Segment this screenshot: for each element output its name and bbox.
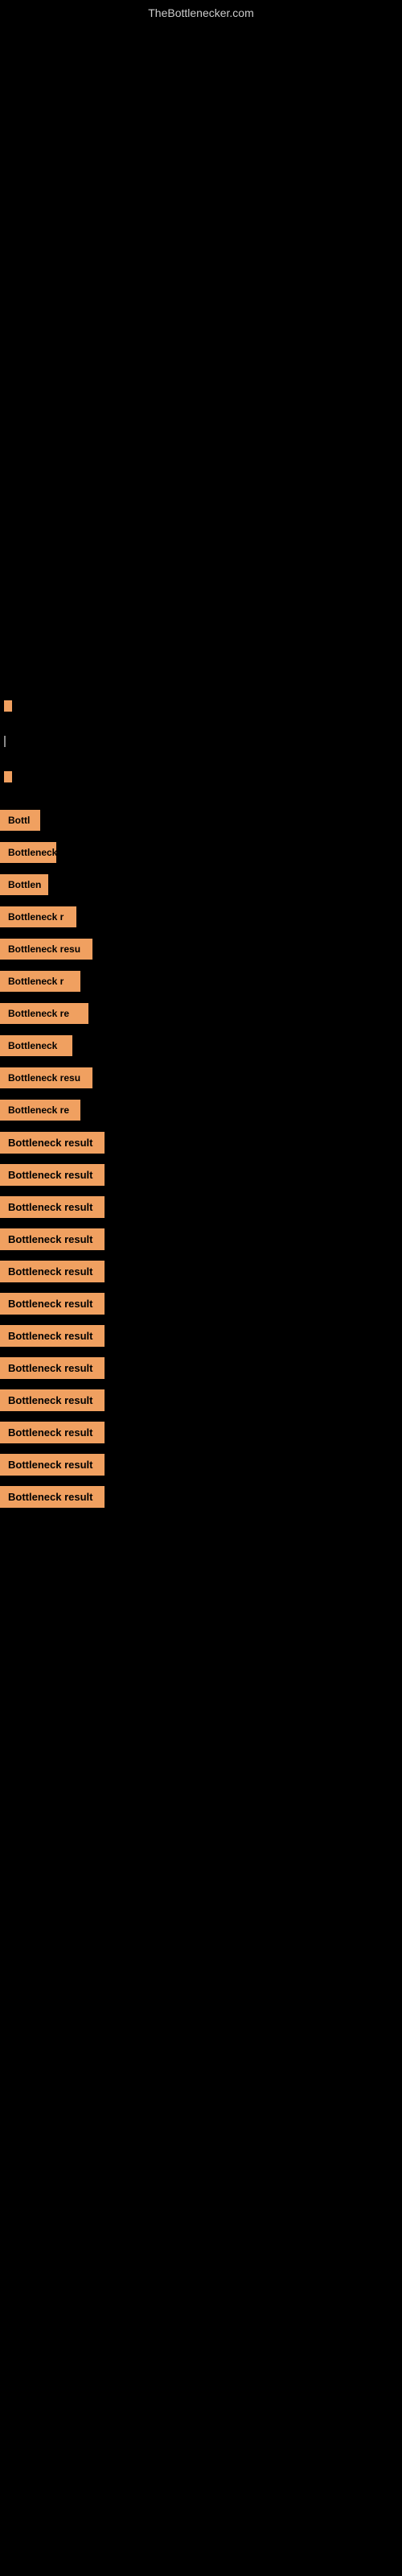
list-item[interactable]: Bottleneck result — [0, 1224, 402, 1254]
bottleneck-label: Bottleneck result — [0, 1293, 105, 1315]
bottleneck-label: Bottleneck result — [0, 1389, 105, 1411]
list-item[interactable]: Bottleneck r — [0, 966, 402, 997]
list-item[interactable]: Bottl — [0, 805, 402, 836]
list-item[interactable]: Bottleneck result — [0, 1127, 402, 1158]
bottleneck-label: Bottl — [0, 810, 40, 831]
list-item[interactable]: Bottleneck resu — [0, 1063, 402, 1093]
bottleneck-label: Bottleneck r — [0, 906, 76, 927]
site-title: TheBottlenecker.com — [148, 6, 254, 19]
indicator-orange-1 — [4, 700, 12, 712]
indicator-line — [4, 736, 6, 747]
list-item[interactable]: Bottleneck result — [0, 1159, 402, 1190]
bottleneck-label: Bottleneck re — [0, 1100, 80, 1121]
bottleneck-label: Bottleneck resu — [0, 1067, 92, 1088]
bottleneck-label: Bottleneck result — [0, 1261, 105, 1282]
bottleneck-label: Bottleneck result — [0, 1486, 105, 1508]
bottleneck-label: Bottleneck result — [0, 1325, 105, 1347]
bottleneck-label: Bottleneck result — [0, 1357, 105, 1379]
list-item[interactable]: Bottleneck — [0, 837, 402, 868]
bottleneck-label: Bottleneck result — [0, 1196, 105, 1218]
bottleneck-label: Bottleneck result — [0, 1422, 105, 1443]
bottleneck-label: Bottleneck r — [0, 971, 80, 992]
list-item[interactable]: Bottleneck result — [0, 1449, 402, 1480]
bottleneck-label: Bottleneck re — [0, 1003, 88, 1024]
list-item[interactable]: Bottleneck result — [0, 1191, 402, 1222]
top-indicators — [4, 700, 12, 782]
list-item[interactable]: Bottleneck result — [0, 1481, 402, 1512]
list-item[interactable]: Bottleneck result — [0, 1385, 402, 1415]
bottleneck-label: Bottleneck result — [0, 1164, 105, 1186]
list-item[interactable]: Bottleneck result — [0, 1288, 402, 1319]
list-item[interactable]: Bottleneck resu — [0, 934, 402, 964]
list-item[interactable]: Bottleneck re — [0, 998, 402, 1029]
bottleneck-label: Bottleneck resu — [0, 939, 92, 960]
list-item[interactable]: Bottleneck re — [0, 1095, 402, 1125]
bottleneck-label: Bottleneck — [0, 842, 56, 863]
bottleneck-label: Bottleneck — [0, 1035, 72, 1056]
list-item[interactable]: Bottleneck result — [0, 1417, 402, 1447]
bottleneck-label: Bottlen — [0, 874, 48, 895]
indicator-orange-2 — [4, 771, 12, 782]
list-item[interactable]: Bottlen — [0, 869, 402, 900]
list-item[interactable]: Bottleneck result — [0, 1256, 402, 1286]
bottleneck-list: Bottl Bottleneck Bottlen Bottleneck r Bo… — [0, 805, 402, 1513]
list-item[interactable]: Bottleneck — [0, 1030, 402, 1061]
bottleneck-label: Bottleneck result — [0, 1454, 105, 1476]
list-item[interactable]: Bottleneck result — [0, 1320, 402, 1351]
bottleneck-label: Bottleneck result — [0, 1132, 105, 1154]
list-item[interactable]: Bottleneck r — [0, 902, 402, 932]
list-item[interactable]: Bottleneck result — [0, 1352, 402, 1383]
bottleneck-label: Bottleneck result — [0, 1228, 105, 1250]
